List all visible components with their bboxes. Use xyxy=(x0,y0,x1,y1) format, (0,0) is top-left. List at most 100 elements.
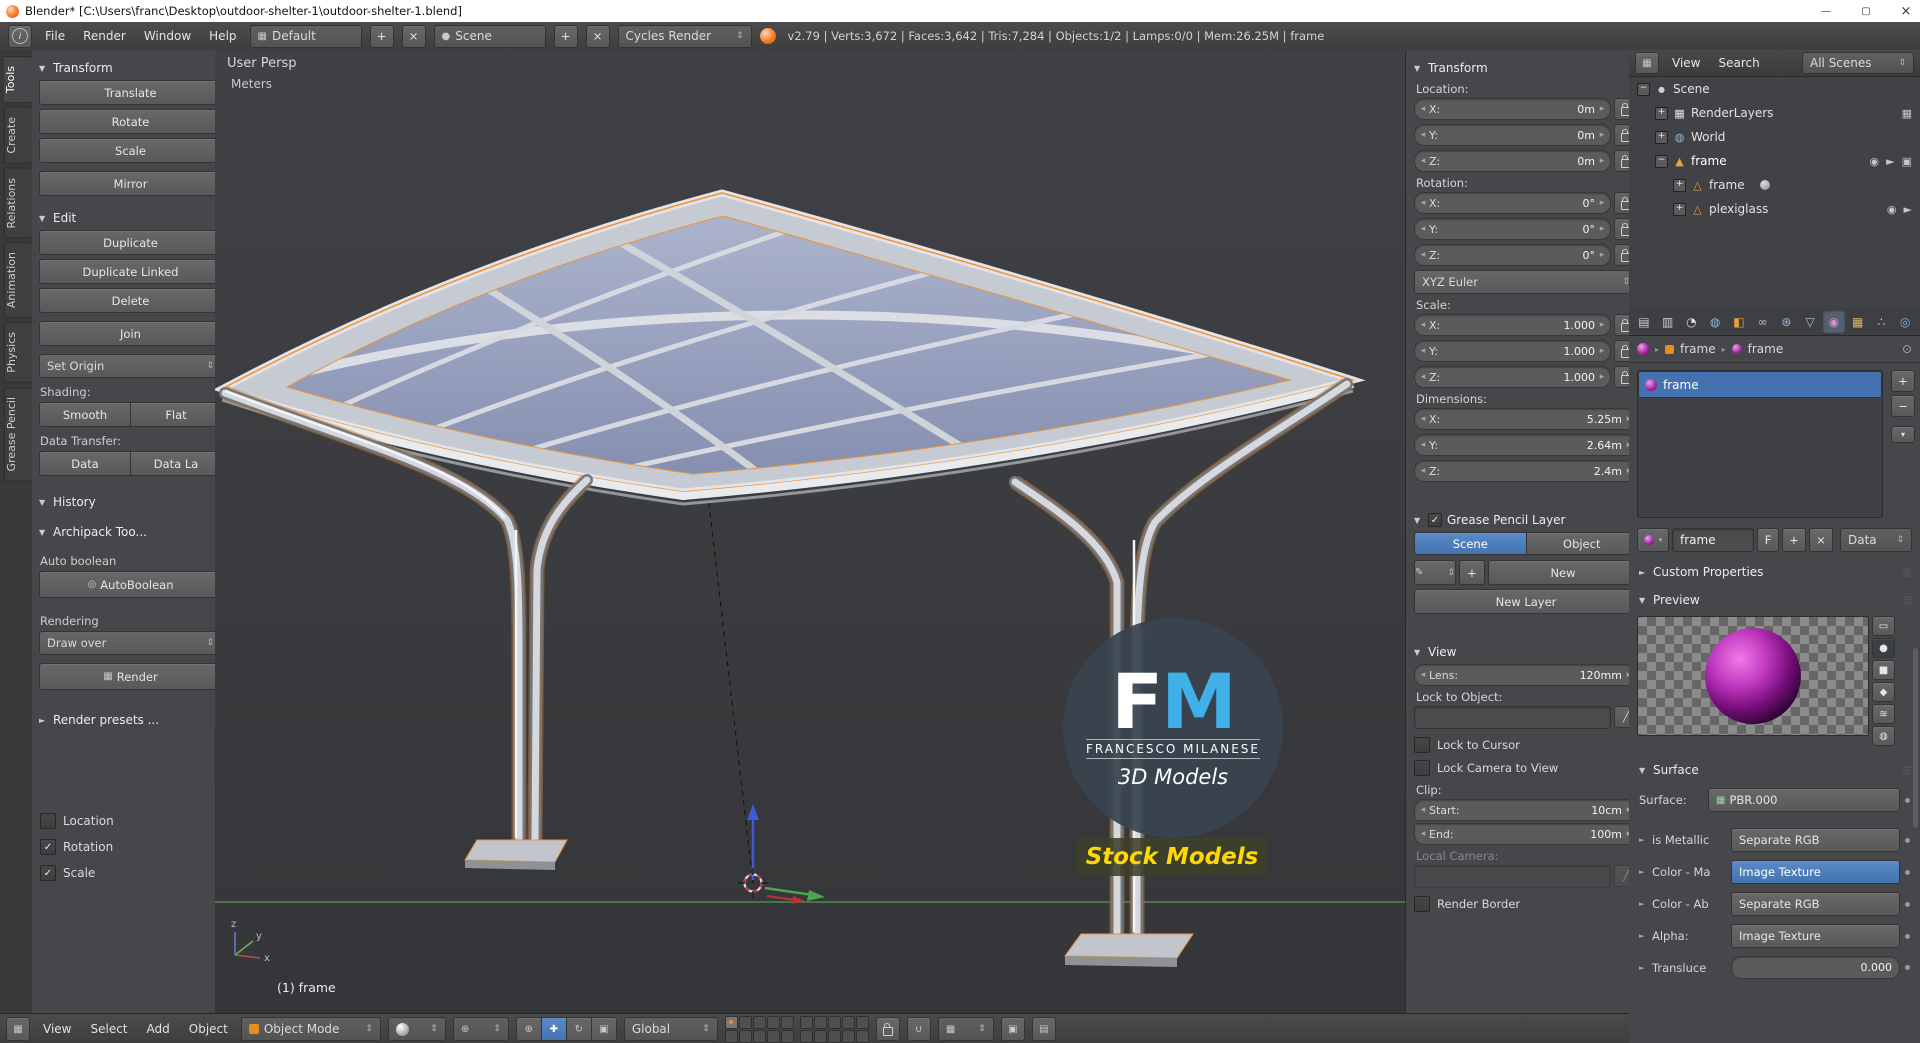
expand-icon[interactable]: + xyxy=(1673,178,1686,192)
scale-z-field[interactable]: ◂ Z: 1.000 ▸ xyxy=(1414,366,1611,388)
custom-properties-header[interactable]: ► Custom Properties ⣿⣿ xyxy=(1639,562,1912,582)
decrement-icon[interactable]: ◂ xyxy=(1419,805,1427,815)
rotate-manipulator-button[interactable]: ↻ xyxy=(566,1017,592,1041)
layer-cell[interactable] xyxy=(827,1029,841,1043)
add-slot-button[interactable]: + xyxy=(1891,370,1915,392)
menu-search[interactable]: Search xyxy=(1713,56,1764,70)
tab-object-data[interactable]: ▽ xyxy=(1799,310,1821,333)
layer-cell[interactable] xyxy=(799,1029,813,1043)
mirror-button[interactable]: Mirror xyxy=(39,171,222,196)
rotation-option[interactable]: ✓ Rotation xyxy=(40,834,219,860)
outliner-row-world[interactable]: + ◍ World xyxy=(1629,125,1920,149)
expand-icon[interactable]: − xyxy=(1637,82,1650,96)
duplicate-linked-button[interactable]: Duplicate Linked xyxy=(39,259,222,284)
checkbox-checked[interactable]: ✓ xyxy=(40,839,56,855)
mode-dropdown[interactable]: Object Mode ⇕ xyxy=(240,1017,381,1041)
archipack-panel-header[interactable]: ▼ Archipack Too... ⣿⣿ xyxy=(39,522,224,542)
expander-icon[interactable]: ► xyxy=(1639,836,1647,844)
decrement-icon[interactable]: ◂ xyxy=(1419,414,1427,424)
menu-add[interactable]: Add xyxy=(141,1022,176,1036)
grease-pencil-checkbox[interactable]: ✓ xyxy=(1428,513,1442,527)
add-scene-button[interactable]: + xyxy=(553,24,578,48)
render-button[interactable]: ▦ Render xyxy=(39,663,222,690)
rotation-mode-dropdown[interactable]: XYZ Euler ⇕ xyxy=(1414,270,1638,294)
remove-scene-button[interactable]: × xyxy=(585,24,610,48)
lock-to-cursor-option[interactable]: Lock to Cursor xyxy=(1414,733,1638,756)
decrement-icon[interactable]: ◂ xyxy=(1419,670,1427,680)
increment-icon[interactable]: ▸ xyxy=(1598,224,1606,234)
checkbox-unchecked[interactable] xyxy=(1414,895,1430,912)
surface-panel-header[interactable]: ▼ Surface ⣿⣿ xyxy=(1639,760,1912,780)
is-metallic-value-button[interactable]: Separate RGB xyxy=(1731,828,1900,852)
decrement-icon[interactable]: ◂ xyxy=(1419,224,1427,234)
outliner-row-frame-mesh[interactable]: + △ frame xyxy=(1629,173,1920,197)
layer-cell[interactable] xyxy=(724,1029,738,1043)
duplicate-button[interactable]: Duplicate xyxy=(39,230,222,255)
delete-button[interactable]: Delete xyxy=(39,288,222,313)
outliner-row-scene[interactable]: − ● Scene xyxy=(1629,77,1920,101)
pivot-dropdown[interactable]: ⊕ ⇕ xyxy=(452,1017,509,1041)
layer-cell[interactable] xyxy=(813,1029,827,1043)
scale-x-field[interactable]: ◂ X: 1.000 ▸ xyxy=(1414,314,1611,336)
scale-manipulator-button[interactable]: ▣ xyxy=(591,1017,617,1041)
layer-cell[interactable] xyxy=(841,1015,855,1029)
preview-sphere-button[interactable]: ● xyxy=(1872,638,1895,658)
rotate-button[interactable]: Rotate xyxy=(39,109,222,134)
increment-icon[interactable]: ▸ xyxy=(1598,156,1606,166)
preview-panel-header[interactable]: ▼ Preview ⣿⣿ xyxy=(1639,590,1912,610)
layer-widget[interactable] xyxy=(724,1015,869,1043)
grease-pencil-header[interactable]: ▼ ✓ Grease Pencil Layer ⣿⣿ xyxy=(1414,510,1640,530)
layer-cell[interactable] xyxy=(738,1029,752,1043)
clip-end-field[interactable]: ◂End:100m▸ xyxy=(1414,823,1638,845)
snap-element-dropdown[interactable]: ▦ ⇕ xyxy=(937,1017,994,1041)
properties-scrollbar[interactable] xyxy=(1913,648,1918,828)
new-material-button[interactable]: + xyxy=(1782,528,1806,552)
view-panel-header[interactable]: ▼ View ⣿⣿ xyxy=(1414,642,1640,662)
gp-object-toggle[interactable]: Object xyxy=(1526,532,1638,555)
tab-world[interactable]: ◍ xyxy=(1704,310,1726,333)
gp-draw-tool-dropdown[interactable]: ✎ ⇕ xyxy=(1414,560,1456,585)
rotation-x-field[interactable]: ◂ X: 0° ▸ xyxy=(1414,192,1611,214)
menu-help[interactable]: Help xyxy=(204,29,241,43)
menu-render[interactable]: Render xyxy=(78,29,131,43)
layer-cell[interactable] xyxy=(780,1015,794,1029)
increment-icon[interactable]: ▸ xyxy=(1598,250,1606,260)
tab-physics[interactable]: Physics xyxy=(4,322,32,383)
local-camera-field[interactable] xyxy=(1414,865,1611,888)
render-border-option[interactable]: Render Border xyxy=(1414,892,1638,915)
decrement-icon[interactable]: ◂ xyxy=(1419,130,1427,140)
outliner-row-frame-object[interactable]: − ▲ frame ◉ ► ▣ xyxy=(1629,149,1920,173)
opengl-render-button[interactable]: ▣ xyxy=(1000,1017,1025,1041)
animate-dot[interactable] xyxy=(1905,837,1910,843)
outliner-row-renderlayers[interactable]: + ▦ RenderLayers ▦ xyxy=(1629,101,1920,125)
editor-type-button[interactable]: ▦ xyxy=(6,1017,30,1041)
tab-animation[interactable]: Animation xyxy=(4,242,32,319)
gp-add-button[interactable]: + xyxy=(1459,560,1485,585)
decrement-icon[interactable]: ◂ xyxy=(1419,440,1427,450)
layer-cell[interactable] xyxy=(799,1015,813,1029)
animate-dot[interactable] xyxy=(1905,901,1910,907)
translate-button[interactable]: Translate xyxy=(39,80,222,105)
browse-material-button[interactable]: ▾ xyxy=(1637,528,1669,552)
tab-material[interactable]: ◉ xyxy=(1823,310,1845,333)
orientation-dropdown[interactable]: Global ⇕ xyxy=(623,1017,718,1041)
layer-cell[interactable] xyxy=(780,1029,794,1043)
tab-physics[interactable]: ◎ xyxy=(1894,310,1916,333)
translate-manipulator-button[interactable]: ✚ xyxy=(541,1017,567,1041)
slot-specials-button[interactable]: ▾ xyxy=(1891,426,1915,443)
menu-select[interactable]: Select xyxy=(84,1022,133,1036)
material-name-field[interactable]: frame xyxy=(1672,528,1754,552)
color-ma-value-button[interactable]: Image Texture xyxy=(1731,860,1900,884)
decrement-icon[interactable]: ◂ xyxy=(1419,829,1427,839)
expand-icon[interactable]: + xyxy=(1655,130,1668,144)
menu-view[interactable]: View xyxy=(1667,56,1705,70)
layer-cell[interactable] xyxy=(752,1015,766,1029)
increment-icon[interactable]: ▸ xyxy=(1598,104,1606,114)
scene-selector[interactable]: ● Scene xyxy=(433,24,546,48)
gp-new-layer-button[interactable]: New Layer xyxy=(1414,589,1638,614)
tab-tools[interactable]: Tools xyxy=(4,56,32,104)
edit-panel-header[interactable]: ▼ Edit ⣿⣿ xyxy=(39,208,224,228)
preview-monkey-button[interactable]: ◆ xyxy=(1872,682,1895,702)
transform-header[interactable]: ▼ Transform ⣿⣿ xyxy=(1414,58,1640,78)
add-layout-button[interactable]: + xyxy=(369,24,394,48)
